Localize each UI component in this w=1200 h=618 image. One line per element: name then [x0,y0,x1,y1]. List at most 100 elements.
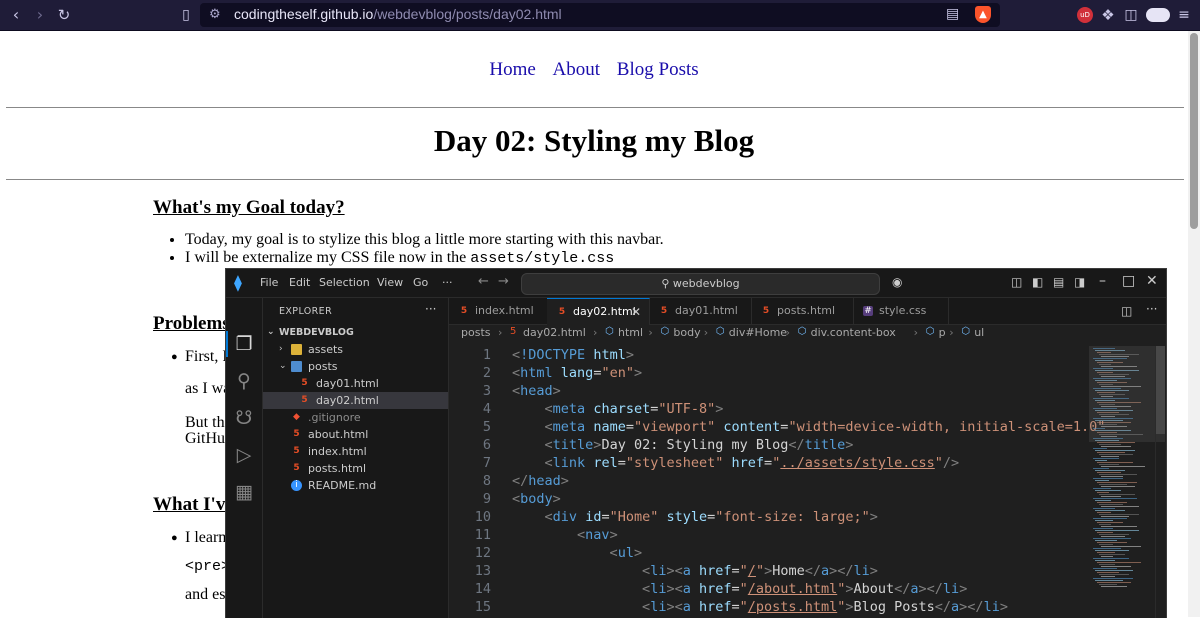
ublock-icon[interactable]: uD [1077,7,1093,23]
menu-edit[interactable]: Edit [289,276,310,289]
close-tab-icon[interactable]: ✕ [631,299,641,325]
folder-icon [291,361,302,372]
minimap-line [1097,442,1135,443]
sidebar-icon[interactable]: ◫ [1121,5,1141,25]
command-center[interactable]: ⚲ webdevblog [521,273,880,295]
nav-link-home[interactable]: Home [489,59,535,80]
tree-item[interactable]: 5 posts.html [263,460,448,477]
menu-view[interactable]: View [377,276,403,289]
editor-tab[interactable]: 5 day01.html [649,298,752,324]
element-icon: ⬡ [715,326,725,337]
tree-item-label: .gitignore [308,411,361,424]
chevron-right-icon: › [498,326,503,339]
minimap-line [1095,580,1123,581]
extensions-icon[interactable]: ▦ [232,480,256,504]
site-settings-icon[interactable]: ⚙ [209,7,221,22]
more-actions-icon[interactable]: ··· [425,302,436,316]
editor-tab[interactable]: 5 index.html [449,298,548,324]
more-actions-icon[interactable]: ··· [1146,302,1157,316]
minimap-line [1095,500,1111,501]
nav-link-blog-posts[interactable]: Blog Posts [617,59,699,80]
minimap-line [1101,486,1135,487]
minimap-line [1097,532,1113,533]
tab-bar: 5 index.html 5 day02.html ✕ 5 day01.html 5 posts… [449,298,1166,325]
minimap-slider[interactable] [1089,346,1165,442]
menu-go[interactable]: Go [413,276,428,289]
minimap-line [1097,472,1121,473]
toggle-sidebar-icon[interactable]: ◧ [1032,275,1043,289]
forward-icon[interactable]: › [30,5,50,25]
minimap-line [1095,540,1117,541]
element-icon: ⬡ [925,326,935,337]
layout-icon[interactable]: ◫ [1011,275,1022,289]
split-editor-icon[interactable]: ◫ [1121,304,1132,318]
menu-file[interactable]: File [260,276,278,289]
html-file-icon: 5 [460,306,468,316]
breadcrumb-item[interactable]: p [939,326,946,339]
html-file-icon: 5 [301,378,308,388]
source-control-icon[interactable]: ☋ [232,406,256,430]
search-icon[interactable]: ⚲ [232,369,256,393]
run-debug-icon[interactable]: ▷ [232,443,256,467]
page-scrollbar-thumb[interactable] [1190,33,1198,229]
editor-tab[interactable]: 5 day02.html ✕ [547,298,650,325]
reload-icon[interactable]: ↻ [54,5,74,25]
menu-selection[interactable]: Selection [319,276,370,289]
breadcrumb-item[interactable]: posts [461,326,491,339]
brave-shields-icon[interactable]: ▲ [975,6,991,23]
nav-link-about[interactable]: About [553,59,601,80]
breadcrumb-item[interactable]: body [673,326,700,339]
menu-more[interactable]: ··· [442,276,453,289]
minimap-line [1101,576,1115,577]
divider [6,107,1184,108]
back-arrow-icon[interactable]: ← [478,274,489,289]
tree-item[interactable]: i README.md [263,477,448,494]
tree-item[interactable]: 5 about.html [263,426,448,443]
tree-item[interactable]: › assets [263,341,448,358]
minimap-line [1093,448,1107,449]
minimap-line [1093,498,1137,499]
tree-item[interactable]: 5 day02.html [263,392,448,409]
editor-tab[interactable]: # style.css [853,298,949,324]
tree-item[interactable]: ◆ .gitignore [263,409,448,426]
tree-item-label: README.md [308,479,377,492]
tree-item[interactable]: 5 index.html [263,443,448,460]
editor-scrollbar-thumb[interactable] [1156,346,1165,434]
toggle-secondary-sidebar-icon[interactable]: ◨ [1074,275,1085,289]
tab-label: day01.html [675,304,738,317]
forward-arrow-icon[interactable]: → [498,274,509,289]
reader-mode-icon[interactable]: ▤ [946,6,959,22]
breadcrumb-item[interactable]: ul [974,326,984,339]
tree-item[interactable]: ⌄ posts [263,358,448,375]
minimap-line [1093,548,1121,549]
extensions-icon[interactable]: ❖ [1098,5,1118,25]
bookmark-icon[interactable]: ▯ [176,5,196,25]
breadcrumb-item[interactable]: day02.html [523,326,586,339]
breadcrumb-item[interactable]: html [618,326,643,339]
minimap-line [1099,494,1135,495]
html-file-icon: 5 [293,446,300,456]
profile-icon[interactable] [1146,8,1170,22]
breadcrumb-item[interactable]: div.content-box [811,326,896,339]
explorer-icon[interactable]: ❐ [232,332,256,356]
tree-item[interactable]: 5 day01.html [263,375,448,392]
breadcrumb-item[interactable]: div#Home [729,326,787,339]
vscode-logo-icon: ⧫ [234,273,242,292]
copilot-icon[interactable]: ◉ [892,275,902,289]
minimize-icon[interactable]: – [1099,273,1106,289]
toggle-panel-icon[interactable]: ▤ [1053,275,1064,289]
back-icon[interactable]: ‹ [6,5,26,25]
menu-icon[interactable]: ≡ [1174,5,1194,25]
minimap-line [1095,560,1115,561]
address-bar[interactable]: ⚙ codingtheself.github.io/webdevblog/pos… [200,3,1000,27]
tree-item-label: posts.html [308,462,367,475]
workspace-folder[interactable]: ⌄ WEBDEVBLOG [263,324,448,341]
editor-tab[interactable]: 5 posts.html [751,298,854,324]
tree-item-label: assets [308,343,344,356]
code-editor[interactable]: 1 <!DOCTYPE html> 2 <html lang="en"> 3 <hea… [449,346,1106,618]
close-icon[interactable]: ✕ [1146,273,1158,289]
problems-text: as I wa [185,380,231,397]
url-text[interactable]: codingtheself.github.io/webdevblog/posts… [234,6,562,22]
minimap-line [1097,562,1141,563]
maximize-icon[interactable]: □ [1122,273,1135,289]
